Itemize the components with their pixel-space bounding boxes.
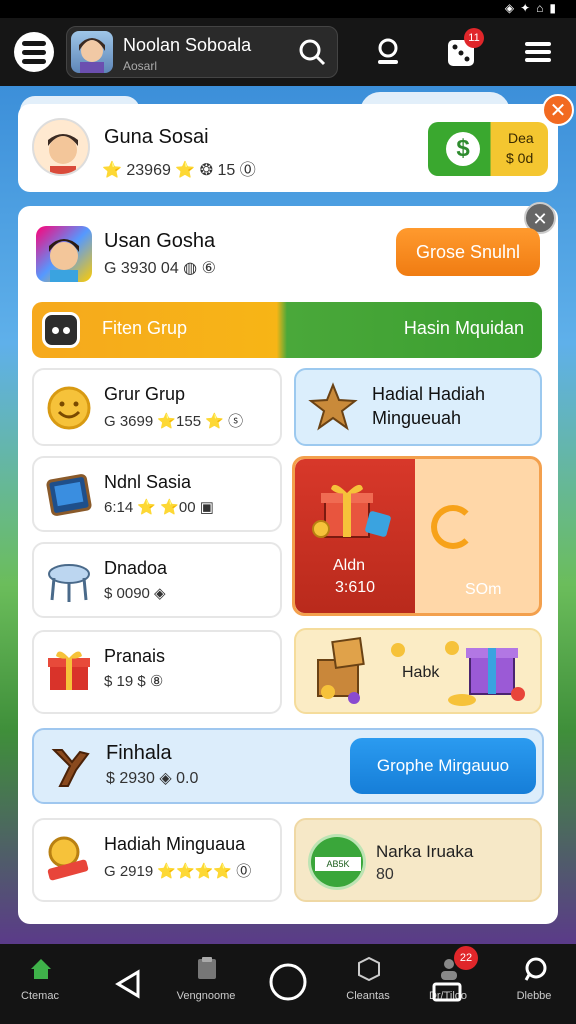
badge-title: Narka Iruaka [376,842,474,861]
tile-stats: $ 0090 ◈ [104,585,166,602]
profile-subtitle: Aosarl [123,59,158,73]
nav-label: Vengnoome [176,990,236,1002]
home-circle-icon[interactable] [268,962,308,1002]
badge-tile[interactable]: AB5K Narka Iruaka 80 [294,818,542,902]
featured-action-button[interactable]: Grophe Mirgauuo [350,738,536,794]
nav-label: Dlebbe [516,990,552,1002]
player-avatar [32,118,90,176]
tile-title: Hadiah Minguaua [104,834,246,854]
list-item[interactable]: Ndnl Sasia 6:14 ⭐ ⭐00 ▣ [32,456,282,532]
gift-left-value: 3:610 [335,579,376,596]
gift-box-icon [312,484,391,538]
list-item[interactable]: Pranais $ 19 $ ⑧ [32,630,282,714]
profile-name: Noolan Soboala [123,35,252,55]
recents-icon[interactable] [432,982,462,1002]
list-item[interactable]: Grur Grup G 3699 ⭐155 ⭐ ⓢ [32,368,282,446]
prize-label: Habk [402,664,440,681]
stool-icon [48,564,90,602]
shield-icon [358,956,380,982]
back-icon[interactable] [114,968,144,1000]
status-bar: ◈✦⌂▮ [0,0,576,18]
gift-left-label: Aldn [333,557,366,574]
player-card: Guna Sosai ⭐ 23969 ⭐ ❂ 15 ⓪ $ Dea $ 0d [18,104,558,192]
profile-avatar [71,31,113,73]
close-icon[interactable]: ✕ [542,94,574,126]
banner-right-label: Hasin Mquidan [403,318,524,338]
star-icon [308,382,358,431]
clipboard-icon [198,957,216,979]
group-banner[interactable]: Fiten Grup Hasin Mquidan [32,302,542,358]
gift-icon [48,651,90,690]
group-button[interactable]: Grose Snulnl [396,228,540,276]
user-stats: G 3930 04 ◍ ⑥ [104,260,216,277]
refresh-icon [431,505,475,549]
bottom-navigation: Ctemac Vengnoome Cleantas 22 Dr/Tiloo Dl… [0,944,576,1024]
burger-logo-icon[interactable] [14,32,54,72]
tile-subtitle: Mingueuah [372,408,462,428]
tile-title: Pranais [104,646,166,666]
player-name: Guna Sosai [104,126,209,148]
nav-item-clan[interactable]: Cleantas [328,950,408,1010]
user-avatar [36,226,92,282]
badge-value: 80 [376,866,394,883]
tile-stats: 6:14 ⭐ ⭐00 ▣ [104,499,214,516]
weekly-gift-tile[interactable]: Hadial Hadiah Mingueuah [294,368,542,446]
avatar-face-icon [34,120,88,174]
tile-title: Hadial Hadiah [372,384,486,404]
user-icon[interactable] [372,36,404,68]
gift-right-label: SOm [465,581,502,598]
featured-title: Finhala [106,742,172,764]
robot-icon [42,312,80,348]
search-icon[interactable] [297,37,327,67]
slingshot-icon [51,749,90,787]
gift-red-panel: Aldn 3:610 [295,459,415,613]
gift-claim-tile[interactable]: Aldn 3:610 SOm [292,456,542,616]
nav-label: Ctemac [21,990,59,1002]
tile-stats: G 2919 ⭐⭐⭐⭐ ⓪ [104,863,252,880]
nav-item-home[interactable]: Ctemac [0,950,80,1010]
status-icons: ◈✦⌂▮ [504,1,562,15]
list-item[interactable]: Hadiah Minguaua G 2919 ⭐⭐⭐⭐ ⓪ [32,818,282,902]
nav-item-tasks[interactable]: Vengnoome [166,950,246,1010]
currency-value: $ 0d [506,150,534,166]
dice-button[interactable]: 11 [446,28,484,68]
menu-icon[interactable] [522,36,554,68]
avatar-face-icon [49,239,79,282]
tile-title: Dnadoa [104,558,168,578]
notification-badge: 11 [464,28,484,48]
badge-label: AB5K [315,857,361,871]
player-stats: ⭐ 23969 ⭐ ❂ 15 ⓪ [102,162,256,179]
coin-ticket-icon [47,836,89,881]
list-item[interactable]: Dnadoa $ 0090 ◈ [32,542,282,618]
top-app-bar: Noolan Soboala Aosarl 11 [0,18,576,86]
currency-button[interactable]: $ Dea $ 0d [428,122,548,176]
nav-label: Cleantas [346,990,390,1002]
featured-stats: $ 2930 ◈ 0.0 [106,770,199,787]
tablet-icon [46,474,92,516]
currency-label: Dea [508,130,534,146]
home-icon [31,959,51,979]
tile-stats: $ 19 $ ⑧ [104,673,164,690]
user-name: Usan Gosha [104,230,216,252]
seal-badge-icon: AB5K [308,834,366,890]
smiley-coin-icon [47,386,91,430]
profile-pill[interactable]: Noolan Soboala Aosarl [66,26,338,78]
banner-left-label: Fiten Grup [102,318,188,338]
dollar-icon: $ [446,132,480,166]
chat-icon [524,957,547,981]
nav-item-more[interactable]: Dlebbe [494,950,574,1010]
notification-badge: 22 [454,946,478,970]
tile-title: Grur Grup [104,384,186,404]
tile-title: Ndnl Sasia [104,472,192,492]
tile-stats: G 3699 ⭐155 ⭐ ⓢ [104,413,244,430]
avatar-face-icon [79,38,105,73]
prize-tile[interactable]: Habk [294,628,542,714]
